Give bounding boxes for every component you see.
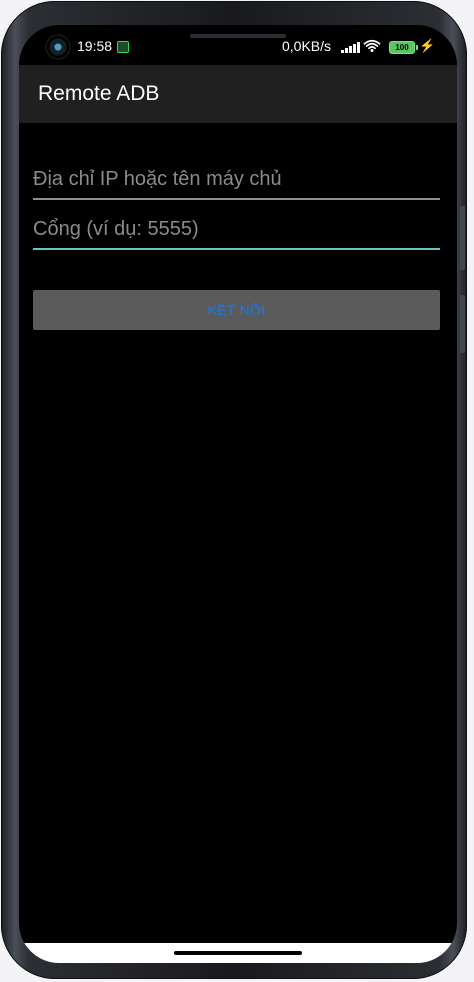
phone-frame: 19:58 0,0KB/s 100 ⚡ Remote ADB Địa chỉ I… (1, 1, 467, 979)
camera-icon (47, 36, 69, 58)
app-bar: Remote ADB (19, 65, 457, 123)
battery-icon: 100 (389, 41, 418, 54)
ip-address-field[interactable]: Địa chỉ IP hoặc tên máy chủ (33, 164, 440, 200)
connect-button[interactable]: KẾT NỐI (33, 290, 440, 330)
wifi-icon (363, 39, 381, 52)
ip-address-underline (33, 198, 440, 200)
port-placeholder: Cổng (ví dụ: 5555) (33, 218, 199, 240)
side-button (460, 295, 465, 353)
port-field[interactable]: Cổng (ví dụ: 5555) (33, 214, 440, 250)
status-time: 19:58 (77, 38, 113, 54)
phone-screen: 19:58 0,0KB/s 100 ⚡ Remote ADB Địa chỉ I… (19, 25, 457, 963)
ip-address-placeholder: Địa chỉ IP hoặc tên máy chủ (33, 168, 282, 190)
side-button (460, 206, 465, 270)
app-title: Remote ADB (38, 82, 160, 105)
charging-icon: ⚡ (419, 38, 436, 53)
navigation-bar (19, 943, 457, 963)
status-bar: 19:58 0,0KB/s 100 ⚡ (19, 25, 457, 65)
signal-icon (341, 42, 360, 53)
network-speed: 0,0KB/s (282, 38, 332, 54)
app-notification-icon (117, 41, 129, 53)
home-indicator[interactable] (174, 951, 302, 955)
port-field-underline (33, 248, 440, 250)
